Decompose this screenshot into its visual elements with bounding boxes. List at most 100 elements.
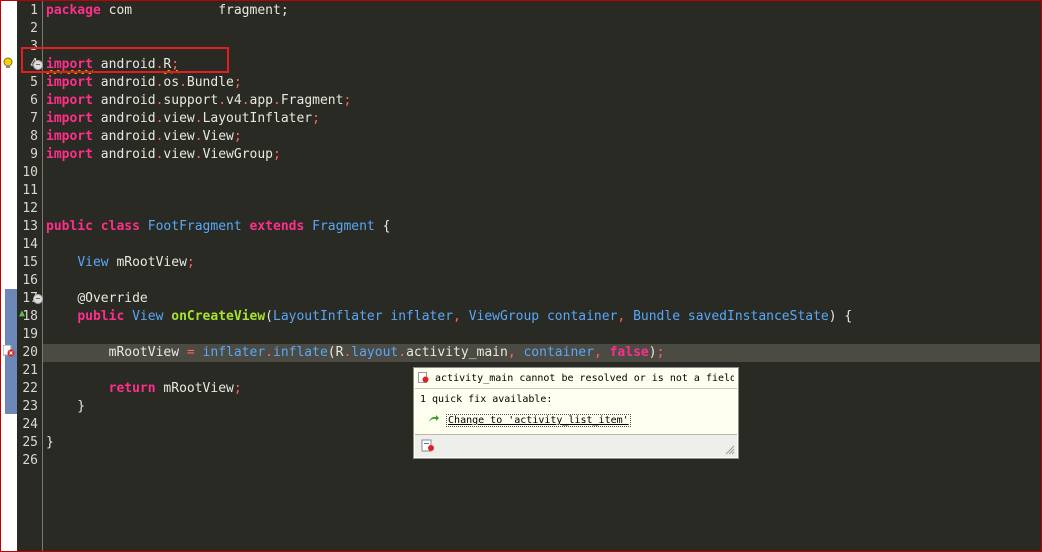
code-token: view [163,129,195,144]
code-line[interactable]: 11 [22,182,1040,200]
quick-fix-settings-icon[interactable] [421,439,435,453]
code-token: , [507,345,516,360]
code-token: false [609,345,649,360]
line-number: 12 [22,201,38,216]
quick-fix-item[interactable]: Change to 'activity_list_item' [428,414,631,427]
code-token: . [194,129,203,144]
code-line[interactable]: 6 import android.support.v4.app.Fragment; [30,92,1040,110]
code-token: View [202,129,234,144]
line-number: 15 [22,255,38,270]
code-line[interactable]: 2 [30,20,1040,38]
code-token: View [132,309,164,324]
code-token: inflater [390,309,454,324]
code-token: onCreateView [171,309,266,324]
code-token: app [249,93,274,108]
code-token: @Override [77,291,148,306]
error-message: activity_main cannot be resolved or is n… [435,373,734,384]
code-token: v4 [226,93,242,108]
code-line[interactable]: 10 [22,164,1040,182]
code-text: } [46,398,85,416]
code-token: , [593,345,602,360]
line-number: 10 [22,165,38,180]
code-token: android [92,111,156,126]
code-token: fragment; [218,3,289,18]
code-token: . [273,93,281,108]
code-token: { [374,219,391,234]
code-line[interactable]: 18 public View onCreateView(LayoutInflat… [22,308,1040,326]
quick-fix-link[interactable]: Change to 'activity_list_item' [446,414,631,427]
code-line[interactable]: 15 View mRootView; [22,254,1040,272]
code-token: LayoutInflater [202,111,313,126]
code-token: . [218,93,227,108]
code-token: ViewGroup [202,147,274,162]
code-line[interactable]: 5 import android.os.Bundle; [30,74,1040,92]
code-line[interactable]: 12 [22,200,1040,218]
code-line[interactable]: 17− @Override [22,290,1040,308]
code-token: LayoutInflater [273,309,383,324]
code-line[interactable]: 9 import android.view.ViewGroup; [30,146,1040,164]
code-token: os [163,75,180,90]
code-token: import [46,111,93,126]
code-line[interactable]: 7 import android.view.LayoutInflater; [30,110,1040,128]
code-line[interactable]: 16 [22,272,1040,290]
code-token: ; [656,345,665,360]
code-token: android [92,147,156,162]
code-token: android [92,129,156,144]
line-number: 7 [30,111,38,126]
resize-grip-icon[interactable] [725,445,735,455]
code-token: Fragment [280,93,344,108]
overview-ruler[interactable] [1,1,17,551]
code-token: android [92,75,156,90]
code-token: activity_main [406,345,508,360]
code-token: view [163,147,195,162]
code-line[interactable]: 8 import android.view.View; [30,128,1040,146]
code-token: Fragment [312,219,375,234]
code-text: } [46,434,54,452]
code-text: View mRootView; [46,254,195,272]
quick-fix-count: 1 quick fix available: [420,394,553,405]
code-line[interactable]: 13 public class FootFragment extends Frag… [22,218,1040,236]
code-line[interactable]: 20 mRootView = inflater.inflate(R.layout… [22,344,1040,362]
code-token: } [46,435,54,450]
code-token: View [77,255,109,270]
code-token: , [453,309,461,324]
error-quickfix-icon[interactable] [3,345,15,357]
fold-toggle-icon[interactable]: − [33,294,43,304]
code-token: FootFragment [147,219,242,234]
code-text: package com fragment; [46,2,289,20]
code-token: mRootView [108,255,187,270]
code-token: inflater [202,345,266,360]
code-token: class [100,219,140,234]
line-number: 2 [30,21,38,36]
warning-lightbulb-icon[interactable] [3,57,15,69]
code-line[interactable]: 14 [22,236,1040,254]
code-text: import android.view.ViewGroup; [46,146,281,164]
code-text: import android.view.LayoutInflater; [46,110,320,128]
line-number: 22 [22,381,38,396]
code-text: import android.support.v4.app.Fragment; [46,92,351,110]
code-line[interactable]: 1 package com fragment; [30,2,1040,20]
code-line[interactable]: 19 [22,326,1040,344]
code-token: ) { [828,309,853,324]
line-number: 26 [22,453,38,468]
line-number: 1 [30,3,38,18]
line-number: 9 [30,147,38,162]
code-token: ; [186,255,195,270]
code-token: ) [648,345,657,360]
popup-footer [415,434,737,457]
fix-arrow-icon [429,415,439,422]
code-text: @Override [46,290,148,308]
code-text: public class FootFragment extends Fragme… [46,218,390,236]
line-number: 14 [22,237,38,252]
